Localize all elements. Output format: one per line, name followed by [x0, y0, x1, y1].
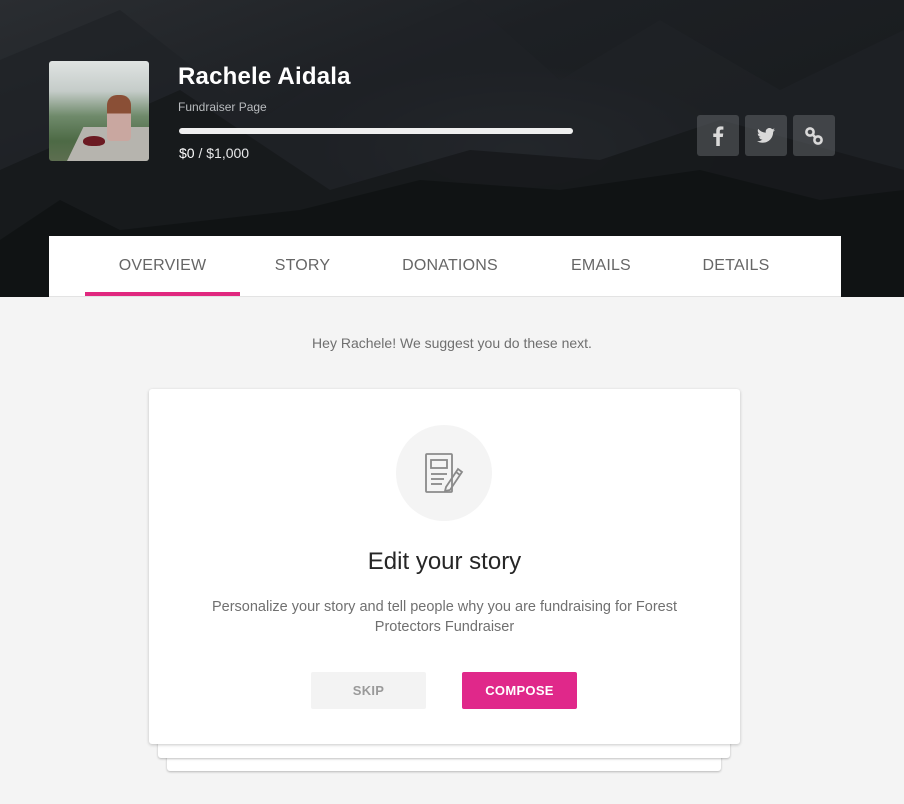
facebook-icon [713, 125, 724, 146]
twitter-icon [757, 128, 775, 143]
tab-details[interactable]: DETAILS [691, 236, 781, 296]
share-twitter-button[interactable] [745, 115, 787, 156]
share-facebook-button[interactable] [697, 115, 739, 156]
card-title: Edit your story [367, 548, 522, 575]
raised-amount: $0 [179, 145, 195, 161]
tab-overview[interactable]: OVERVIEW [85, 236, 240, 296]
amount-separator: / [194, 145, 207, 161]
copy-link-button[interactable] [793, 115, 835, 156]
amount-raised: $0 / $1,000 [179, 145, 249, 161]
tab-bar: OVERVIEW STORY DONATIONS EMAILS DETAILS [49, 236, 841, 297]
tab-donations[interactable]: DONATIONS [389, 236, 511, 296]
fundraiser-name: Rachele Aidala [178, 63, 351, 90]
suggestion-text: Hey Rachele! We suggest you do these nex… [312, 335, 592, 351]
fundraising-progress-bar [179, 128, 573, 134]
suggestion-card: Edit your story Personalize your story a… [149, 389, 740, 744]
card-icon-circle [396, 425, 492, 521]
tab-story[interactable]: STORY [260, 236, 345, 296]
tab-emails[interactable]: EMAILS [555, 236, 647, 296]
link-icon [805, 126, 823, 145]
edit-document-icon [425, 453, 464, 493]
compose-button[interactable]: COMPOSE [462, 672, 577, 709]
goal-amount: $1,000 [206, 145, 250, 161]
skip-button[interactable]: SKIP [311, 672, 426, 709]
profile-photo [49, 61, 149, 161]
page-type-label: Fundraiser Page [178, 100, 267, 114]
card-description: Personalize your story and tell people w… [211, 599, 678, 635]
